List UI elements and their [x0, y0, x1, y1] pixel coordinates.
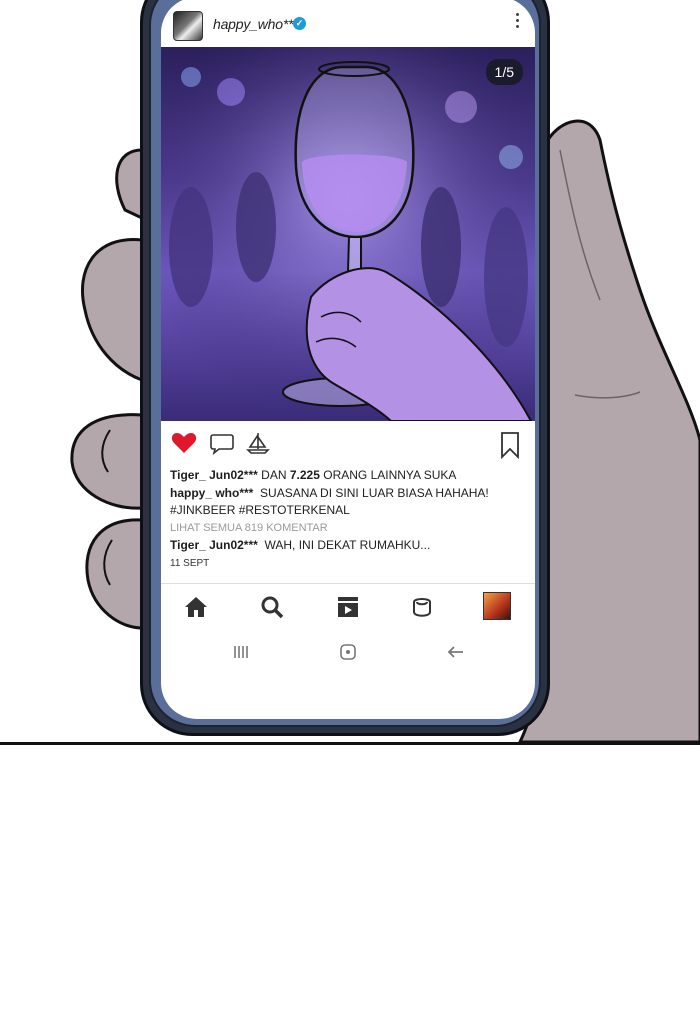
post-username[interactable]: happy_who*** — [213, 16, 299, 32]
post-date: 11 SEPT — [170, 557, 210, 569]
avatar[interactable] — [173, 11, 203, 41]
likes-suffix: ORANG LAINNYA SUKA — [323, 468, 457, 482]
image-counter-badge: 1/5 — [485, 59, 523, 85]
post-caption-area: Tiger_ Jun02*** DAN 7.225 ORANG LAINNYA … — [170, 467, 530, 572]
post-header: happy_who*** ✓ — [161, 0, 535, 47]
phone-screen: happy_who*** ✓ 1/5 Tiger_ Jun02*** DAN 7… — [161, 0, 535, 719]
caption-user[interactable]: happy_ who*** — [170, 486, 253, 500]
home-icon[interactable] — [183, 594, 209, 620]
home-button-icon[interactable] — [337, 641, 359, 663]
likes-line: Tiger_ Jun02*** DAN 7.225 ORANG LAINNYA … — [170, 467, 530, 485]
nightclub-wine-glass-image — [161, 47, 535, 421]
android-system-bar — [161, 633, 535, 673]
phone-device: happy_who*** ✓ 1/5 Tiger_ Jun02*** DAN 7… — [140, 0, 550, 736]
panel-border — [0, 742, 700, 745]
reels-icon[interactable] — [335, 594, 361, 620]
comment-text: WAH, INI DEKAT RUMAHKU... — [264, 538, 431, 552]
post-actions — [161, 425, 535, 461]
verified-badge-icon: ✓ — [293, 17, 306, 30]
caption-text: SUASANA DI SINI LUAR BIASA HAHAHA! — [260, 485, 489, 500]
recent-apps-icon[interactable] — [231, 641, 253, 663]
profile-avatar[interactable] — [483, 592, 511, 620]
caption-hashtags[interactable]: #JINKBEER #RESTOTERKENAL — [170, 502, 530, 520]
heart-icon[interactable] — [171, 431, 197, 455]
back-icon[interactable] — [445, 641, 467, 663]
more-options-icon[interactable] — [515, 13, 521, 33]
view-all-comments-link[interactable]: LIHAT SEMUA 819 KOMENTAR — [170, 520, 530, 538]
likes-prefix: DAN — [261, 468, 287, 482]
bottom-nav — [161, 583, 535, 628]
comment-icon[interactable] — [209, 431, 235, 455]
comment-user[interactable]: Tiger_ Jun02*** — [170, 538, 258, 552]
likes-count[interactable]: 7.225 — [290, 468, 320, 482]
comic-scene: happy_who*** ✓ 1/5 Tiger_ Jun02*** DAN 7… — [0, 0, 700, 745]
caption-line: happy_ who*** SUASANA DI SINI LUAR BIASA… — [170, 485, 530, 503]
post-photo[interactable]: 1/5 — [161, 47, 535, 421]
share-icon[interactable] — [245, 431, 271, 455]
bookmark-icon[interactable] — [499, 431, 521, 459]
shop-icon[interactable] — [409, 594, 435, 620]
likes-user[interactable]: Tiger_ Jun02*** — [170, 468, 258, 482]
search-icon[interactable] — [259, 594, 285, 620]
comment-line: Tiger_ Jun02*** WAH, INI DEKAT RUMAHKU..… — [170, 537, 530, 555]
